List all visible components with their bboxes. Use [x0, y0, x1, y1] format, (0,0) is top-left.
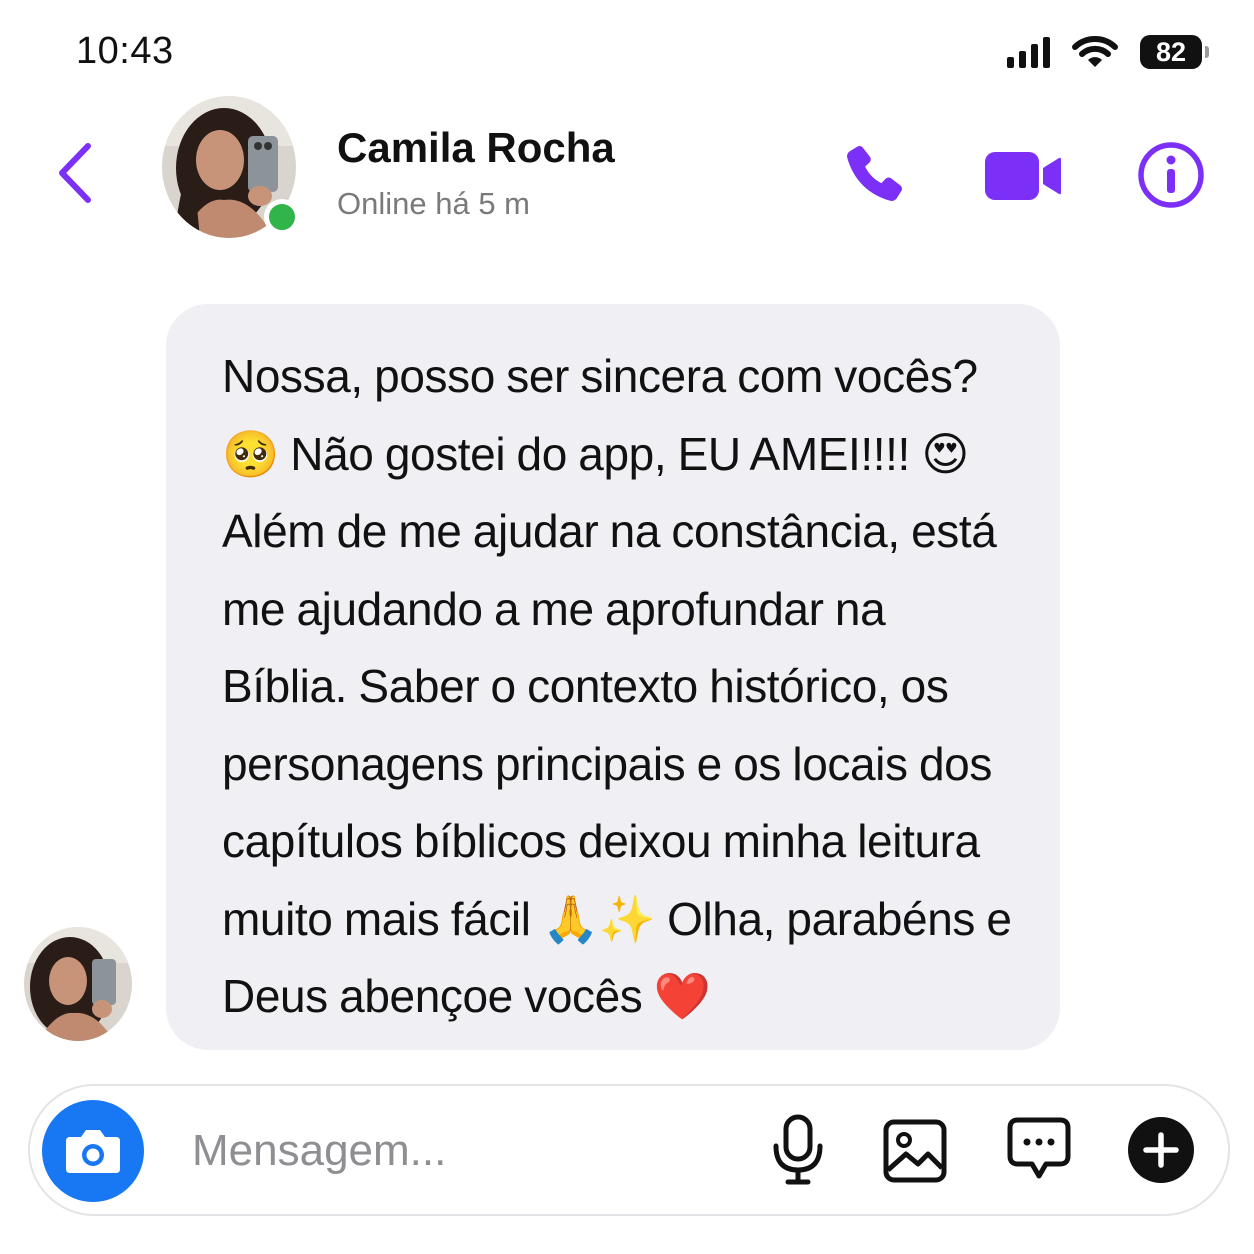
wifi-icon [1072, 36, 1118, 67]
image-icon[interactable] [882, 1118, 948, 1184]
status-indicators: 82 [1007, 30, 1209, 74]
phone-icon[interactable] [838, 140, 908, 210]
online-indicator [264, 199, 300, 235]
message-input[interactable] [192, 1118, 732, 1184]
microphone-icon[interactable] [768, 1114, 828, 1186]
battery-level: 82 [1155, 36, 1187, 67]
cellular-signal-icon [1007, 36, 1050, 68]
contact-name[interactable]: Camila Rocha [337, 124, 615, 172]
contact-status: Online há 5 m [337, 186, 530, 221]
camera-icon [66, 1130, 120, 1173]
info-icon[interactable] [1136, 140, 1206, 210]
chat-bubble-icon[interactable] [1006, 1116, 1072, 1182]
plus-icon[interactable] [1126, 1115, 1196, 1185]
video-camera-icon[interactable] [983, 150, 1063, 202]
battery-icon: 82 [1140, 35, 1209, 69]
message-bubble[interactable]: Nossa, posso ser sincera com vocês? 🥺 Nã… [166, 304, 1060, 1050]
message-sender-avatar[interactable] [24, 927, 132, 1041]
back-icon[interactable] [50, 138, 100, 208]
status-time: 10:43 [76, 30, 174, 72]
chat-screen: 10:43 82 Camila Rocha Online há 5 m Noss… [0, 0, 1254, 1254]
message-text: Nossa, posso ser sincera com vocês? 🥺 Nã… [222, 350, 1012, 1022]
camera-button[interactable] [42, 1100, 144, 1202]
